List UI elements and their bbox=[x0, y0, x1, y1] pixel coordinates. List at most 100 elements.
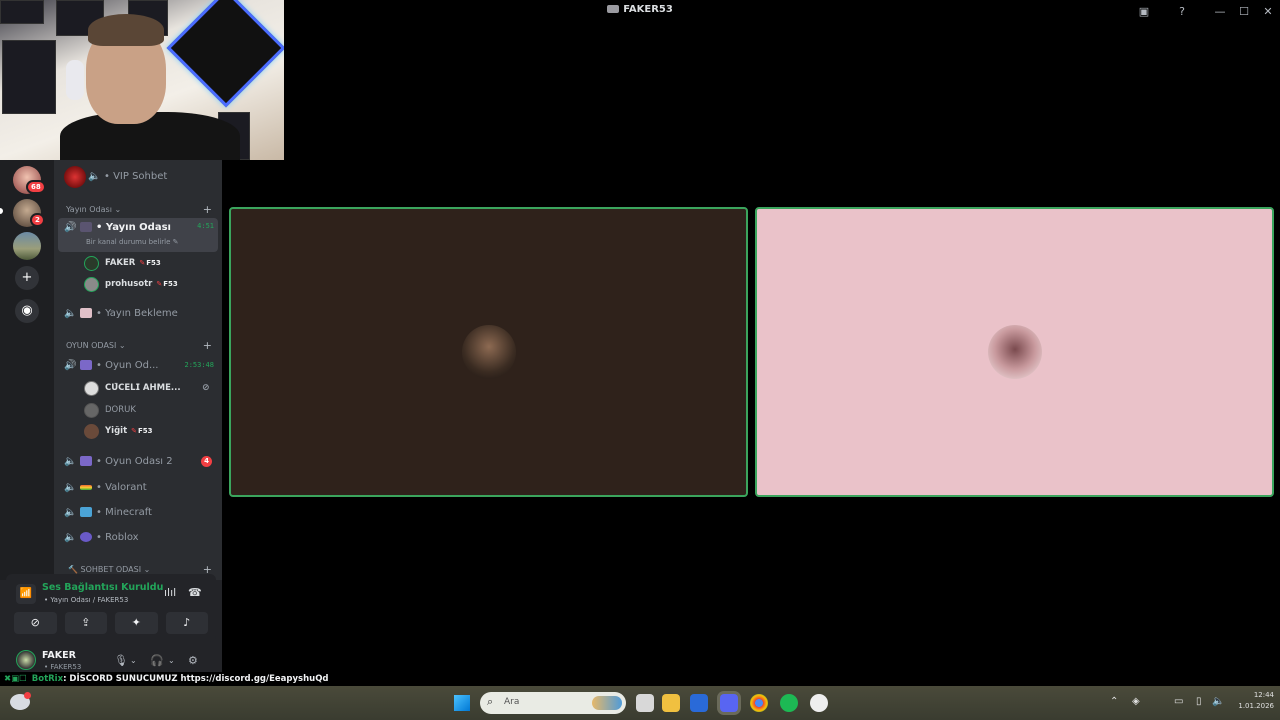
participant-avatar bbox=[461, 325, 516, 379]
inbox-icon[interactable]: ▣ bbox=[1132, 5, 1156, 18]
user-avatar[interactable] bbox=[16, 650, 36, 670]
chevron-down-icon[interactable]: ⌄ bbox=[130, 656, 137, 665]
unread-indicator bbox=[0, 208, 3, 214]
minecraft-icon bbox=[80, 507, 92, 517]
maximize-button[interactable]: ☐ bbox=[1232, 5, 1256, 18]
channel-label: • Minecraft bbox=[96, 506, 152, 518]
channel-oyun-odasi[interactable]: 🔊 • Oyun Od... 2:53:48 bbox=[58, 354, 218, 376]
discord-icon[interactable] bbox=[720, 694, 738, 712]
chrome-icon[interactable] bbox=[750, 694, 768, 712]
category-label: Yayın Odası ⌄ bbox=[66, 204, 122, 214]
activities-button[interactable]: ✦ bbox=[115, 612, 158, 634]
voice-member[interactable]: Yiğit F53 bbox=[84, 422, 153, 440]
add-channel-icon[interactable]: + bbox=[203, 203, 212, 216]
minimize-button[interactable]: — bbox=[1208, 5, 1232, 18]
search-highlight-image bbox=[592, 696, 622, 710]
voice-member[interactable]: 𝗖𝗨̈𝗖𝗘𝗟𝗜 𝗔𝗛𝗠𝗘... ⊘ bbox=[84, 379, 210, 397]
search-icon: ⌕ bbox=[487, 695, 494, 708]
store-icon[interactable] bbox=[690, 694, 708, 712]
disconnect-icon[interactable]: ☎ bbox=[188, 586, 202, 599]
avatar bbox=[84, 255, 99, 271]
channel-status[interactable]: Bir kanal durumu belirle ✎ bbox=[86, 238, 179, 246]
channel-roblox[interactable]: 🔈 • Roblox bbox=[58, 526, 218, 548]
chat-message: : DİSCORD SUNUCUMUZ https://discord.gg/E… bbox=[63, 674, 329, 684]
channel-label: • Oyun Od... bbox=[96, 359, 159, 371]
battery-icon[interactable]: ▯ bbox=[1196, 696, 1202, 707]
add-server-icon[interactable]: + bbox=[15, 266, 39, 290]
discover-icon[interactable]: ◉ bbox=[15, 299, 39, 323]
user-status: • FAKER53 bbox=[44, 663, 82, 671]
chevron-down-icon[interactable]: ⌄ bbox=[168, 656, 175, 665]
task-view-icon[interactable] bbox=[636, 694, 654, 712]
voice-member[interactable]: prohusotr F53 bbox=[84, 275, 178, 293]
channel-emoji-icon bbox=[80, 222, 92, 232]
member-name: 𝗖𝗨̈𝗖𝗘𝗟𝗜 𝗔𝗛𝗠𝗘... bbox=[105, 383, 181, 393]
headphones-icon[interactable]: 🎧 bbox=[150, 654, 164, 667]
start-button[interactable] bbox=[454, 695, 470, 711]
streamer-body bbox=[60, 112, 240, 160]
speaker-icon: 🔈 bbox=[88, 170, 101, 182]
screen-share-button[interactable]: ⇪ bbox=[64, 612, 107, 634]
roblox-icon bbox=[80, 532, 92, 542]
avatar bbox=[84, 380, 99, 396]
volume-icon[interactable]: 🔈 bbox=[1212, 696, 1224, 707]
participant-tile[interactable] bbox=[229, 207, 748, 497]
channel-valorant[interactable]: 🔈 • Valorant bbox=[58, 476, 218, 498]
wall-poster bbox=[2, 40, 56, 114]
webcam-overlay bbox=[0, 0, 284, 160]
speaker-icon: 🔈 bbox=[64, 481, 77, 493]
close-button[interactable]: ✕ bbox=[1256, 5, 1280, 18]
speaker-icon: 🔈 bbox=[64, 531, 77, 543]
channel-yayin-bekleme[interactable]: 🔈 • Yayın Bekleme bbox=[58, 302, 218, 324]
username[interactable]: FAKER bbox=[42, 650, 76, 661]
soundboard-button[interactable]: ♪ bbox=[165, 612, 208, 634]
network-icon[interactable]: ▭ bbox=[1174, 696, 1183, 707]
flag-icon bbox=[80, 484, 92, 490]
member-name: DORUK bbox=[105, 405, 136, 415]
channel-label: • Valorant bbox=[96, 481, 147, 493]
help-icon[interactable]: ? bbox=[1170, 5, 1194, 18]
channel-list: 🔈 • VIP Sohbet Yayın Odası ⌄ + 🔊 • Yayın… bbox=[54, 160, 222, 580]
speaker-icon: 🔈 bbox=[64, 455, 77, 467]
speaker-icon: 🔈 bbox=[64, 307, 77, 319]
microphone-icon[interactable]: 🎙 bbox=[114, 654, 128, 667]
voice-channel-path[interactable]: • Yayın Odası / FAKER53 bbox=[44, 596, 128, 604]
bot-name: BotRix bbox=[31, 674, 64, 684]
channel-label: • Roblox bbox=[96, 531, 139, 543]
participant-tile[interactable] bbox=[755, 207, 1274, 497]
app-icon[interactable] bbox=[810, 694, 828, 712]
taskbar-search[interactable]: ⌕ Ara bbox=[480, 692, 626, 714]
file-explorer-icon[interactable] bbox=[662, 694, 680, 712]
mention-badge: 68 bbox=[26, 180, 46, 194]
add-channel-icon[interactable]: + bbox=[203, 339, 212, 352]
voice-action-buttons: ⊘ ⇪ ✦ ♪ bbox=[14, 612, 208, 634]
channel-vip-sohbet[interactable]: 🔈 • VIP Sohbet bbox=[88, 165, 218, 187]
voice-member[interactable]: DORUK bbox=[84, 401, 136, 419]
search-placeholder: Ara bbox=[504, 697, 520, 707]
app-tray-icon[interactable]: ◈ bbox=[1132, 696, 1140, 707]
window-controls: ▣ ? — ☐ ✕ bbox=[1132, 0, 1280, 22]
channel-yayin-odasi[interactable]: 🔊 • Yayın Odası 4:51 bbox=[58, 218, 218, 252]
spotify-icon[interactable] bbox=[780, 694, 798, 712]
server-avatar-3[interactable] bbox=[13, 232, 41, 260]
noise-suppression-icon[interactable]: ılıl bbox=[164, 586, 176, 599]
gear-icon[interactable]: ⚙ bbox=[188, 654, 198, 667]
gamepad-icon bbox=[80, 456, 92, 466]
channel-oyun-odasi-2[interactable]: 🔈 • Oyun Odası 2 4 bbox=[58, 450, 218, 472]
voice-member[interactable]: FAKER F53 bbox=[84, 254, 161, 272]
channel-label: • Yayın Bekleme bbox=[96, 307, 178, 319]
signal-icon[interactable]: 📶 bbox=[16, 584, 36, 604]
camera-off-button[interactable]: ⊘ bbox=[14, 612, 57, 634]
tray-overflow-icon[interactable]: ⌃ bbox=[1110, 696, 1118, 707]
channel-minecraft[interactable]: 🔈 • Minecraft bbox=[58, 501, 218, 523]
category-oyun-odasi[interactable]: OYUN ODASI ⌄ + bbox=[66, 338, 212, 352]
mention-badge: 2 bbox=[30, 213, 45, 227]
participant-avatar bbox=[987, 325, 1042, 379]
neon-sign bbox=[166, 0, 284, 108]
guild-emblem-icon bbox=[64, 166, 86, 188]
wall-poster bbox=[0, 0, 44, 24]
category-yayin-odasi[interactable]: Yayın Odası ⌄ + bbox=[66, 202, 212, 216]
voice-status[interactable]: Ses Bağlantısı Kuruldu bbox=[42, 582, 163, 593]
voice-timer: 2:53:48 bbox=[184, 361, 214, 369]
system-clock[interactable]: 12:44 1.01.2026 bbox=[1238, 690, 1274, 712]
